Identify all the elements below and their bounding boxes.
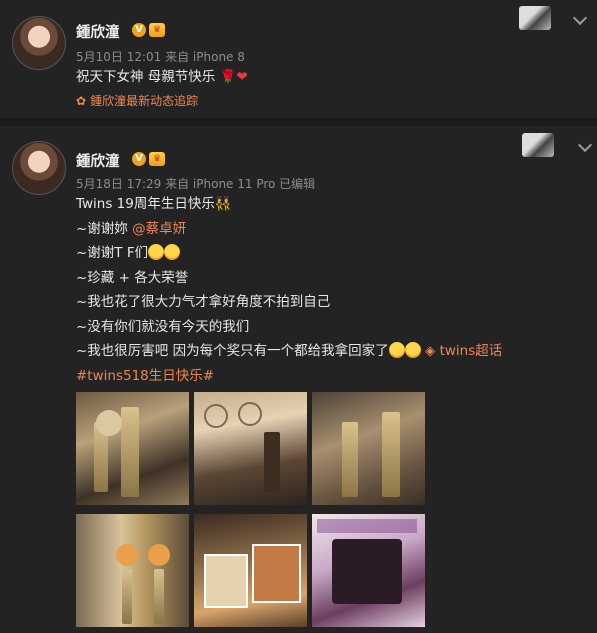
post-card: 鍾欣潼 V ♛ 5月18日 17:29 来自 iPhone 11 Pro 已编辑… [0,126,597,633]
heart-icon: ❤ [236,69,248,85]
chevron-down-icon[interactable] [572,10,588,26]
post-line: ~我也很厉害吧 因为每个奖只有一个都给我拿回家了 ◈ twins超话 [76,339,586,364]
mention-link[interactable]: @蔡卓妍 [132,221,186,237]
post-text: 祝天下女神 母親节快乐 🌹❤ [76,66,248,88]
emoji-icon [148,244,165,260]
emoji-icon [388,342,405,358]
username[interactable]: 鍾欣潼 [76,21,120,42]
post-text-body: 祝天下女神 母親节快乐 [76,69,216,85]
post-line: ~珍藏 + 各大荣誉 [76,269,189,286]
post-line-text: ~谢谢T F们 [76,245,149,261]
chevron-down-icon[interactable] [577,137,593,153]
photo-signed-card[interactable] [312,514,425,627]
post-card: 鍾欣潼 V ♛ 5月10日 12:01 来自 iPhone 8 祝天下女神 母親… [0,0,597,118]
photo-frames[interactable] [194,514,307,627]
post-line: ~没有你们就没有今天的我们 [76,318,250,335]
username[interactable]: 鍾欣潼 [76,150,120,171]
photo-grid [76,392,427,630]
photo-trophies-3[interactable] [312,392,425,505]
post-text: Twins 19周年生日快乐👯‍♀ ~谢谢妳 @蔡卓妍 ~谢谢T F们 ~珍藏 … [76,192,586,388]
post-line-text: ~我也很厉害吧 因为每个奖只有一个都给我拿回家了 [76,343,389,359]
avatar-thumbnail[interactable] [522,133,554,157]
avatar[interactable] [12,141,66,195]
post-line: ~谢谢T F们 [76,241,586,266]
post-line: Twins 19周年生日快乐👯‍♀ [76,196,232,212]
verified-badge-icon: V [132,23,146,37]
vip-crown-icon: ♛ [149,23,165,37]
photo-trophies-2[interactable] [194,392,307,505]
post-line: ~谢谢妳 @蔡卓妍 [76,217,586,242]
rose-icon: 🌹 [219,69,237,85]
flower-icon: ✿ [76,94,87,108]
verified-badge-icon: V [132,152,146,166]
super-topic-icon: ◈ [424,343,440,359]
topic-link-label: twins超话 [439,343,503,359]
source-link-label: 鍾欣潼最新动态追踪 [90,94,199,108]
vip-crown-icon: ♛ [149,152,165,166]
post-meta: 5月18日 17:29 来自 iPhone 11 Pro 已编辑 [76,177,316,191]
post-line: ~我也花了很大力气才拿好角度不拍到自己 [76,294,331,310]
post-meta: 5月10日 12:01 来自 iPhone 8 [76,50,245,64]
avatar-thumbnail[interactable] [519,6,551,30]
hashtag-link[interactable]: #twins518生日快乐# [76,364,586,389]
topic-link[interactable]: ◈ twins超话 [425,343,502,359]
post-line-text: ~谢谢妳 [76,220,133,237]
photo-trophies-1[interactable] [76,392,189,505]
source-link[interactable]: ✿ 鍾欣潼最新动态追踪 [76,92,198,109]
emoji-icon [164,244,181,260]
avatar[interactable] [12,16,66,70]
emoji-icon [404,342,421,358]
photo-trophies-4[interactable] [76,514,189,627]
